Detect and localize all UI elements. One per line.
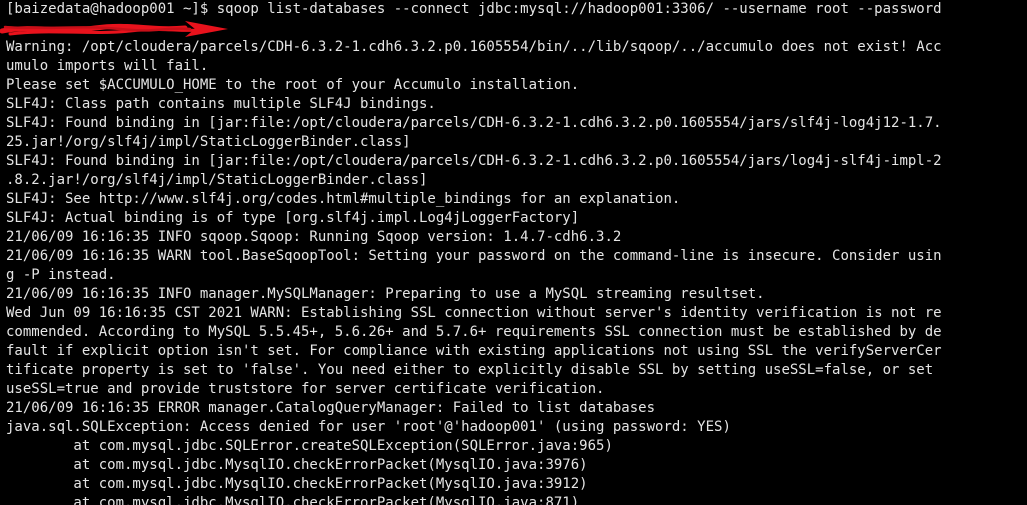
terminal-line: 21/06/09 16:16:35 ERROR manager.CatalogQ… xyxy=(6,400,656,416)
terminal-line: tificate property is set to 'false'. You… xyxy=(6,362,934,378)
terminal-line: 21/06/09 16:16:35 INFO manager.MySQLMana… xyxy=(6,286,765,302)
terminal-line: Warning: /opt/cloudera/parcels/CDH-6.3.2… xyxy=(6,39,942,55)
terminal-line: at com.mysql.jdbc.MysqlIO.checkErrorPack… xyxy=(6,476,588,492)
terminal-line: 21/06/09 16:16:35 WARN tool.BaseSqoopToo… xyxy=(6,248,942,264)
terminal-line: commended. According to MySQL 5.5.45+, 5… xyxy=(6,324,942,340)
terminal-line: java.sql.SQLException: Access denied for… xyxy=(6,419,731,435)
terminal-line: Please set $ACCUMULO_HOME to the root of… xyxy=(6,77,580,93)
terminal-line: 21/06/09 16:16:35 INFO sqoop.Sqoop: Runn… xyxy=(6,229,622,245)
terminal-line: Wed Jun 09 16:16:35 CST 2021 WARN: Estab… xyxy=(6,305,942,321)
terminal-window[interactable]: [baizedata@hadoop001 ~]$ sqoop list-data… xyxy=(0,0,1027,505)
terminal-line: fault if explicit option isn't set. For … xyxy=(6,343,942,359)
terminal-line: 25.jar!/org/slf4j/impl/StaticLoggerBinde… xyxy=(6,134,411,150)
terminal-line: useSSL=true and provide truststore for s… xyxy=(6,381,605,397)
terminal-line: SLF4J: Found binding in [jar:file:/opt/c… xyxy=(6,153,942,169)
terminal-line: at com.mysql.jdbc.MysqlIO.checkErrorPack… xyxy=(6,457,588,473)
terminal-output: [baizedata@hadoop001 ~]$ sqoop list-data… xyxy=(6,0,1027,505)
terminal-line: .8.2.jar!/org/slf4j/impl/StaticLoggerBin… xyxy=(6,172,428,188)
terminal-line: SLF4J: Actual binding is of type [org.sl… xyxy=(6,210,580,226)
terminal-line: at com.mysql.jdbc.SQLError.createSQLExce… xyxy=(6,438,613,454)
terminal-line: at com.mysql.jdbc.MysqlIO.checkErrorPack… xyxy=(6,495,580,505)
terminal-line: umulo imports will fail. xyxy=(6,58,209,74)
terminal-line: SLF4J: Found binding in [jar:file:/opt/c… xyxy=(6,115,942,131)
terminal-line: SLF4J: Class path contains multiple SLF4… xyxy=(6,96,436,112)
terminal-line: SLF4J: See http://www.slf4j.org/codes.ht… xyxy=(6,191,681,207)
terminal-line: g -P instead. xyxy=(6,267,116,283)
terminal-line: [baizedata@hadoop001 ~]$ sqoop list-data… xyxy=(6,1,942,17)
